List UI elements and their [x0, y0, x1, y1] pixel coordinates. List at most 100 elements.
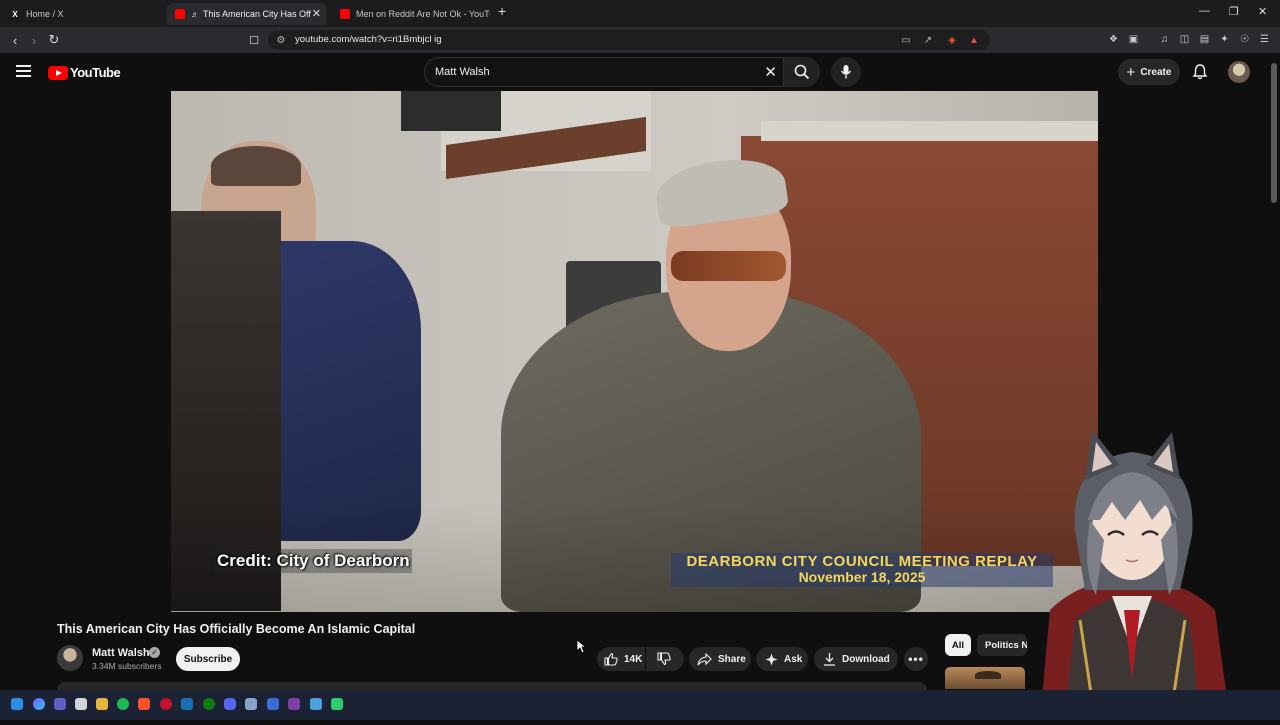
youtube-masthead: YouTube Matt Walsh ✕ + Create — [0, 53, 1280, 91]
site-settings-icon[interactable]: ⚙ — [275, 34, 287, 46]
url-text[interactable]: youtube.com/watch?v=ri1Bmbjcl ig — [295, 34, 442, 45]
video-title: This American City Has Officially Become… — [57, 622, 416, 636]
back-button[interactable]: ‹ — [7, 32, 23, 48]
video-speaker-sunglasses — [671, 251, 786, 281]
create-button[interactable]: + Create — [1118, 59, 1180, 85]
address-bar[interactable]: ⚙ youtube.com/watch?v=ri1Bmbjcl ig ▭ ↗ ◈… — [268, 30, 990, 50]
recommended-video-thumbnail[interactable] — [945, 667, 1025, 689]
mail-icon[interactable] — [267, 698, 279, 710]
thumbs-up-icon — [604, 652, 618, 666]
restore-button[interactable]: ❐ — [1229, 5, 1239, 18]
share-arrow-icon — [697, 652, 712, 665]
app-green-icon[interactable] — [331, 698, 343, 710]
description-box[interactable] — [57, 682, 927, 690]
search-button[interactable] — [784, 57, 820, 87]
notifications-bell-icon[interactable] — [1191, 63, 1209, 81]
file-explorer-icon[interactable] — [75, 698, 87, 710]
hamburger-menu-icon[interactable] — [16, 65, 31, 77]
ask-button[interactable]: Ask — [756, 647, 808, 671]
download-label: Download — [842, 653, 890, 665]
leo-ai-icon[interactable]: ✦ — [1218, 33, 1231, 46]
close-window-button[interactable]: ✕ — [1258, 5, 1267, 18]
new-tab-button[interactable]: + — [498, 3, 506, 19]
x-logo-icon: X — [12, 9, 18, 19]
minimize-button[interactable]: — — [1199, 5, 1210, 17]
tab-home-x[interactable]: X Home / X — [2, 3, 162, 25]
twitch-icon[interactable] — [288, 698, 300, 710]
dislike-button[interactable] — [646, 647, 684, 671]
wallet-icon[interactable]: ▣ — [1127, 33, 1140, 46]
download-icon — [824, 653, 835, 666]
search-input[interactable]: Matt Walsh — [435, 66, 490, 78]
app-icon[interactable] — [245, 698, 257, 710]
teams-icon[interactable] — [54, 698, 66, 710]
bookmark-icon[interactable]: ☐ — [246, 32, 262, 48]
like-button[interactable]: 14K — [597, 647, 645, 671]
create-label: Create — [1140, 66, 1172, 78]
xbox-icon[interactable] — [203, 698, 215, 710]
media-icon[interactable]: ♫ — [1158, 33, 1171, 46]
share-label: Share — [718, 653, 746, 665]
chip-all[interactable]: All — [945, 634, 971, 656]
windows-taskbar — [0, 690, 1280, 720]
cast-icon[interactable]: ▭ — [900, 34, 912, 46]
more-actions-button[interactable]: ••• — [904, 647, 928, 671]
vtuber-avatar-overlay — [1020, 420, 1245, 721]
spotify-icon[interactable] — [117, 698, 129, 710]
copilot-icon[interactable] — [33, 698, 45, 710]
browser-toolbar: ‹ › ↻ ☐ ⚙ youtube.com/watch?v=ri1Bmbjcl … — [0, 27, 1280, 53]
sidebar-icon[interactable]: ◫ — [1178, 33, 1191, 46]
verified-check-icon: ✓ — [149, 647, 160, 658]
search-icon — [794, 64, 810, 80]
tab-title: Home / X — [26, 9, 64, 19]
wallet2-icon[interactable]: ▤ — [1198, 33, 1211, 46]
brave-browser-icon[interactable] — [138, 698, 150, 710]
thumbs-down-icon — [657, 652, 671, 666]
share-button[interactable]: Share — [689, 647, 751, 671]
youtube-logo[interactable]: YouTube — [48, 65, 121, 80]
account-avatar[interactable] — [1228, 61, 1250, 83]
close-tab-icon[interactable]: ✕ — [312, 7, 321, 20]
channel-avatar[interactable] — [57, 645, 83, 671]
brave-shield-icon[interactable]: ◈ — [946, 34, 958, 46]
photos-icon[interactable] — [310, 698, 322, 710]
share-page-icon[interactable]: ↗ — [922, 34, 934, 46]
subscribe-button[interactable]: Subscribe — [176, 647, 240, 671]
tab-reddit-video[interactable]: Men on Reddit Are Not Ok - YouTub — [332, 3, 490, 25]
search-box[interactable]: Matt Walsh ✕ — [424, 57, 784, 87]
browser-tab-strip: X Home / X ♬ This American City Has Offi… — [0, 0, 1280, 27]
reload-button[interactable]: ↻ — [46, 32, 62, 48]
youtube-favicon-icon — [175, 9, 185, 19]
video-player[interactable]: Credit: City of Dearborn DEARBORN CITY C… — [171, 91, 1098, 612]
brave-rewards-icon[interactable]: ▲ — [968, 34, 980, 46]
clear-search-icon[interactable]: ✕ — [764, 63, 777, 81]
folder-icon[interactable] — [96, 698, 108, 710]
plus-icon: + — [1126, 63, 1136, 81]
forward-button[interactable]: › — [26, 32, 42, 48]
steam-icon[interactable] — [181, 698, 193, 710]
download-button[interactable]: Download — [814, 647, 898, 671]
banner-title: DEARBORN CITY COUNCIL MEETING REPLAY — [686, 553, 1038, 570]
windows-start-icon[interactable] — [11, 698, 23, 710]
tab-current-video[interactable]: ♬ This American City Has Officia ✕ — [167, 3, 327, 25]
speaker-icon: ♬ — [191, 9, 199, 19]
video-desk-top — [761, 121, 1098, 141]
page-scrollbar[interactable] — [1268, 53, 1280, 690]
tab-title: This American City Has Officia — [203, 9, 311, 19]
video-credit-caption: Credit: City of Dearborn — [215, 549, 412, 573]
vpn-icon[interactable]: ☉ — [1238, 33, 1251, 46]
banner-date: November 18, 2025 — [798, 569, 926, 585]
discord-icon[interactable] — [224, 698, 236, 710]
like-count: 14K — [624, 653, 643, 665]
youtube-wordmark: YouTube — [70, 65, 121, 80]
channel-name[interactable]: Matt Walsh — [92, 647, 150, 659]
video-meeting-banner: DEARBORN CITY COUNCIL MEETING REPLAY Nov… — [671, 553, 1053, 587]
subscriber-count: 3.34M subscribers — [92, 661, 162, 671]
voice-search-button[interactable] — [831, 57, 861, 87]
browser-menu-icon[interactable]: ☰ — [1258, 33, 1271, 46]
ask-label: Ask — [784, 653, 803, 665]
opera-icon[interactable] — [160, 698, 172, 710]
scrollbar-thumb[interactable] — [1271, 63, 1277, 203]
youtube-play-logo-icon — [48, 65, 68, 80]
extensions-icon[interactable]: ❖ — [1107, 33, 1120, 46]
